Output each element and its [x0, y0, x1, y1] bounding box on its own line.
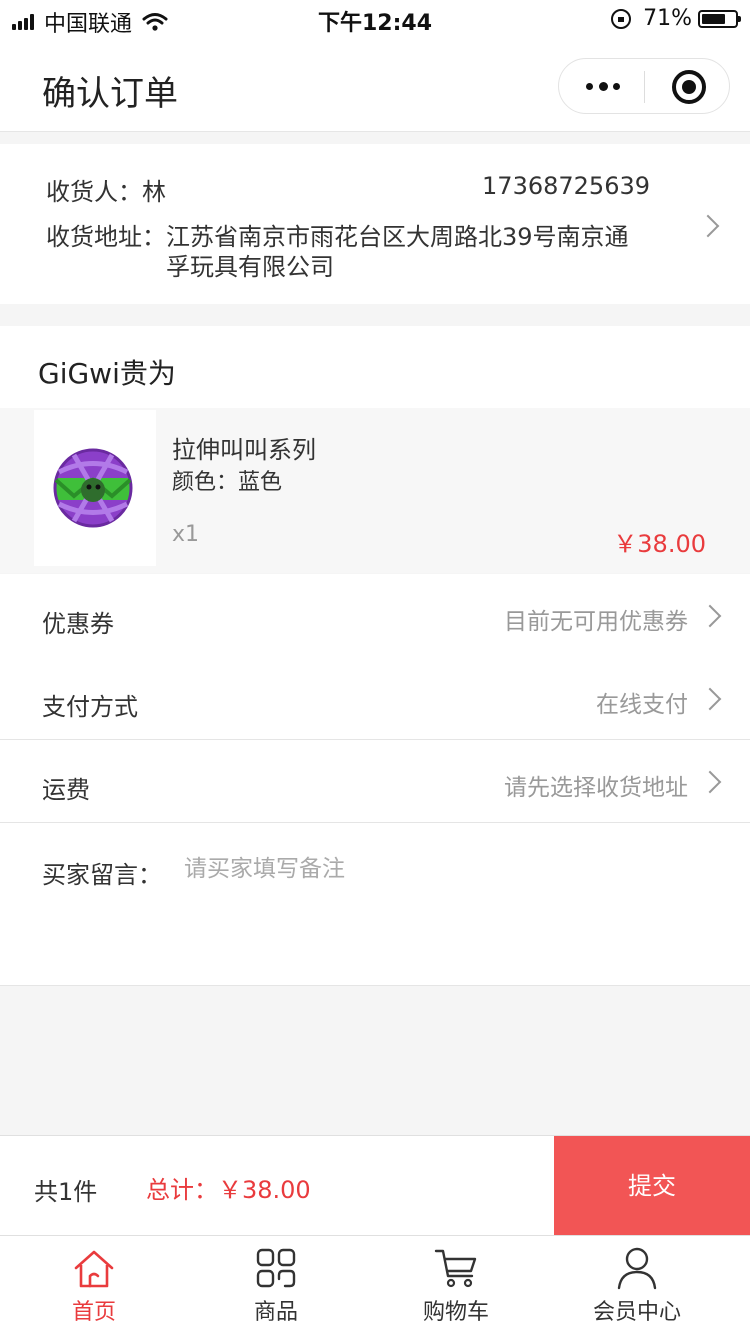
grid-icon [256, 1248, 296, 1288]
payment-label: 支付方式 [42, 693, 138, 721]
product-price: ￥38.00 [613, 530, 706, 558]
tab-products[interactable]: 商品 [206, 1236, 346, 1334]
chevron-right-icon [696, 214, 720, 238]
receiver-phone: 17368725639 [482, 172, 650, 200]
chevron-right-icon [698, 770, 722, 794]
home-icon [74, 1250, 114, 1288]
submit-button[interactable]: 提交 [554, 1136, 750, 1236]
shipping-fee-row[interactable]: 运费 请先选择收货地址 [0, 739, 750, 822]
chevron-right-icon [698, 687, 722, 711]
orientation-lock-icon [611, 8, 632, 29]
battery-icon [698, 9, 741, 28]
capsule-divider [644, 71, 645, 103]
buyer-message-section: 买家留言： [0, 822, 750, 986]
address-label: 收货地址： [46, 223, 166, 251]
tab-cart[interactable]: 购物车 [386, 1236, 526, 1334]
address-row: 收货地址： 江苏省南京市雨花台区大周路北39号南京通孚玩具有限公司 [46, 222, 650, 282]
tab-home[interactable]: 首页 [24, 1236, 164, 1334]
receiver-name: 收货人：林 [46, 178, 166, 206]
tab-member-center-label: 会员中心 [592, 1300, 681, 1325]
mini-program-capsule [558, 58, 730, 114]
nav-bar: 确认订单 [0, 40, 750, 132]
tab-bar: 首页 商品 购物车 会员中心 [0, 1235, 750, 1334]
payment-method-row[interactable]: 支付方式 在线支付 [0, 657, 750, 740]
product-image [34, 410, 156, 566]
status-right: 71% [611, 6, 741, 31]
coupon-label: 优惠券 [42, 610, 114, 638]
status-bar: 中国联通 下午12:44 71% [0, 0, 750, 40]
shipping-value: 请先选择收货地址 [504, 775, 688, 801]
tab-home-label: 首页 [71, 1300, 116, 1325]
product-item[interactable]: 拉伸叫叫系列 颜色：蓝色 x1 ￥38.00 [0, 408, 750, 573]
product-quantity: x1 [172, 522, 200, 547]
tab-cart-label: 购物车 [422, 1300, 489, 1325]
submit-bar: 共1件 总计：￥38.00 提交 [0, 1135, 750, 1236]
buyer-message-label: 买家留言： [42, 861, 162, 889]
ball-toy-image [53, 448, 133, 528]
battery-percent: 71% [643, 6, 692, 31]
coupon-row[interactable]: 优惠券 目前无可用优惠券 [0, 574, 750, 657]
shop-name: GiGwi贵为 [38, 357, 176, 390]
buyer-message-input[interactable] [184, 851, 704, 887]
item-count: 共1件 [34, 1178, 98, 1206]
address-card[interactable]: 收货人：林 17368725639 收货地址： 江苏省南京市雨花台区大周路北39… [0, 144, 750, 304]
shop-header: GiGwi贵为 [0, 326, 750, 408]
address-text: 江苏省南京市雨花台区大周路北39号南京通孚玩具有限公司 [166, 223, 629, 281]
tab-products-label: 商品 [253, 1300, 298, 1325]
shipping-label: 运费 [42, 776, 90, 804]
coupon-value: 目前无可用优惠券 [504, 609, 688, 635]
more-icon[interactable] [583, 73, 623, 99]
order-total: 总计：￥38.00 [146, 1176, 311, 1204]
page-title: 确认订单 [42, 74, 178, 114]
chevron-right-icon [698, 604, 722, 628]
cart-icon [434, 1249, 477, 1288]
tab-member-center[interactable]: 会员中心 [566, 1236, 708, 1334]
payment-value: 在线支付 [596, 692, 688, 718]
user-icon [617, 1247, 657, 1290]
receiver-row: 收货人：林 17368725639 [46, 172, 650, 207]
product-name: 拉伸叫叫系列 [172, 436, 316, 464]
close-target-icon[interactable] [672, 70, 706, 104]
product-attribute: 颜色：蓝色 [172, 470, 283, 495]
